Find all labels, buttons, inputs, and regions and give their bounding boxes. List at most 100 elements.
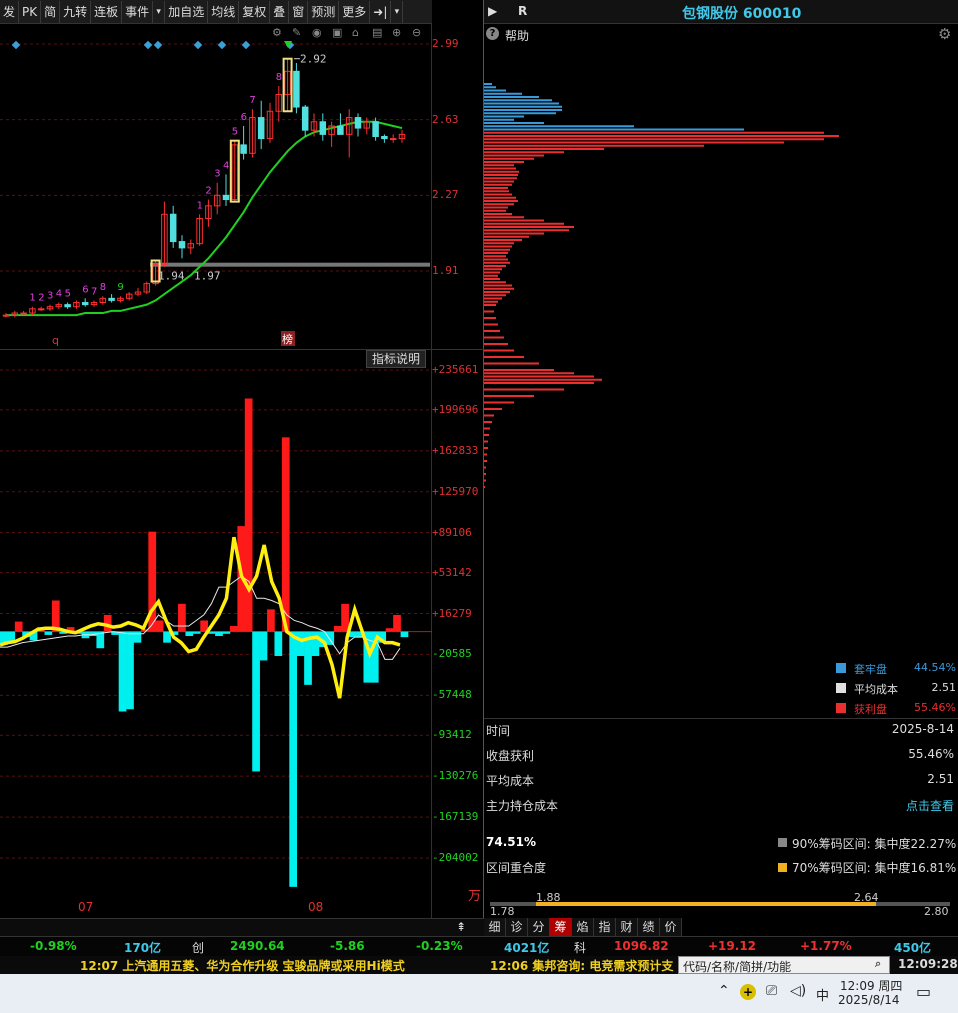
scroll-top-icon[interactable]: ⇞ <box>456 920 466 934</box>
bottom-tab-0[interactable]: 细 <box>484 918 506 936</box>
zoom-in-icon[interactable]: ⊕ <box>392 26 401 39</box>
chip-bar <box>484 336 504 339</box>
gear-icon[interactable]: ⚙ <box>938 25 951 43</box>
eye-icon[interactable]: ◉ <box>312 26 322 39</box>
search-icon[interactable]: ⌕ <box>875 957 881 971</box>
toolbar-button-5[interactable]: 事件 <box>122 0 154 23</box>
bottom-tabs: 细诊分筹焰指财绩价 <box>484 918 682 936</box>
news-item[interactable]: 12:07 上汽通用五菱、华为合作升级 宝骏品牌或采用Hi模式 <box>80 957 405 974</box>
search-input[interactable]: 代码/名称/简拼/功能 <box>683 958 791 975</box>
info-avg: 平均成本 2.51 <box>486 772 956 792</box>
chip-bar <box>484 86 496 89</box>
pen-icon[interactable]: ✎ <box>292 26 301 39</box>
toolbar-button-12[interactable]: 预测 <box>308 0 340 23</box>
indicator-bar <box>118 631 127 712</box>
toolbar-button-1[interactable]: PK <box>19 0 42 23</box>
plus-app-icon[interactable]: + <box>740 984 756 1000</box>
toolbar-button-0[interactable]: 发 <box>0 0 20 23</box>
chevron-up-icon[interactable]: ⌃ <box>718 983 730 999</box>
chip-bar <box>484 453 487 456</box>
help-label[interactable]: 帮助 <box>505 27 529 44</box>
kline-chart[interactable]: 1 2 3 4 5 6 7 8 9123456782.921.94 1.97q 榜 <box>0 24 432 349</box>
clock: 12:09:28 <box>898 957 958 971</box>
main-cost-link[interactable]: 点击查看 <box>906 797 954 814</box>
help-icon[interactable]: ? <box>486 27 499 40</box>
chip-bar <box>484 161 524 163</box>
seq-label: 8 <box>276 72 282 83</box>
print-icon[interactable]: ▤ <box>372 26 382 39</box>
bottom-tab-5[interactable]: 指 <box>594 918 616 936</box>
chip-bar <box>484 434 489 436</box>
bottom-tab-2[interactable]: 分 <box>528 918 550 936</box>
overlap-label: 区间重合度 <box>486 861 547 875</box>
chip-bar <box>484 479 486 482</box>
zoom-out-icon[interactable]: ⊖ <box>412 26 421 39</box>
chart-footer: ⇞ <box>0 918 484 936</box>
chip-bar <box>484 115 524 118</box>
indicator-bar <box>341 603 349 632</box>
toolbar-button-10[interactable]: 叠 <box>270 0 290 23</box>
unit-label: 万 <box>468 889 482 904</box>
toolbar-button-6[interactable]: ▾ <box>153 0 166 23</box>
toolbar: 发 PK 简九转 连板 事件 ▾ 加自选 均线 复权叠窗预测 更多 ➜| ▾ <box>0 0 432 24</box>
bottom-tab-8[interactable]: 价 <box>660 918 682 936</box>
candle-body <box>108 297 115 301</box>
toolbar-button-2[interactable]: 简 <box>41 0 61 23</box>
bottom-tab-6[interactable]: 财 <box>616 918 638 936</box>
toolbar-button-7[interactable]: 加自选 <box>165 0 209 23</box>
chip-bar <box>484 177 517 180</box>
chinext-change-pct: -0.23% <box>416 939 463 953</box>
chip-bar <box>484 144 704 147</box>
candle-body <box>169 213 177 243</box>
search-box[interactable]: 代码/名称/简拼/功能 ⌕ <box>678 956 890 974</box>
toolbar-button-9[interactable]: 复权 <box>239 0 271 23</box>
lock-icon[interactable]: ⌂ <box>352 26 359 39</box>
chip-bar <box>484 154 544 157</box>
chip-distribution-chart[interactable] <box>484 44 958 694</box>
indicator-chart[interactable] <box>0 350 432 918</box>
chip-bar <box>484 388 564 391</box>
network-icon[interactable]: ⎚ <box>766 983 777 999</box>
chip-bar <box>484 209 506 212</box>
chip-bar <box>484 268 502 271</box>
star-value: 1096.82 <box>614 939 669 953</box>
candle-body <box>372 121 379 137</box>
indicator-bar <box>326 631 335 645</box>
chip-bar <box>484 122 544 124</box>
bottom-tab-7[interactable]: 绩 <box>638 918 660 936</box>
bottom-tab-3[interactable]: 筹 <box>550 918 572 936</box>
chip-bar <box>484 92 522 95</box>
toolbar-button-8[interactable]: 均线 <box>208 0 240 23</box>
settings-icon[interactable]: ⚙ <box>272 26 282 39</box>
bag-icon[interactable]: ▣ <box>332 26 342 39</box>
legend-locked: 套牢盘 44.54% <box>836 661 956 677</box>
expand-arrow-icon[interactable]: ▶ <box>488 4 497 18</box>
notification-icon[interactable]: ▭ <box>916 982 931 1001</box>
indicator-bar <box>222 631 231 634</box>
bottom-tab-4[interactable]: 焰 <box>572 918 594 936</box>
chip-bar <box>484 255 506 258</box>
star-label[interactable]: 科 <box>574 939 586 956</box>
chip-bar <box>484 310 494 313</box>
toolbar-button-14[interactable]: ➜| <box>370 0 392 23</box>
chip-bar <box>484 372 574 375</box>
range70-swatch <box>778 863 787 872</box>
taskbar-time[interactable]: 12:09 周四 <box>840 977 902 994</box>
chip-bar <box>484 196 516 199</box>
toolbar-button-3[interactable]: 九转 <box>60 0 92 23</box>
toolbar-button-11[interactable]: 窗 <box>289 0 309 23</box>
r-label[interactable]: R <box>518 4 527 18</box>
chinext-label[interactable]: 创 <box>192 939 204 956</box>
indicator-bar <box>133 631 142 643</box>
ime-indicator[interactable]: 中 <box>816 985 829 1004</box>
toolbar-button-4[interactable]: 连板 <box>91 0 123 23</box>
chip-bar <box>484 232 544 235</box>
bottom-tab-1[interactable]: 诊 <box>506 918 528 936</box>
volume-icon[interactable]: ◁) <box>790 983 806 999</box>
candle-body <box>2 314 10 317</box>
signal-line-white <box>0 575 401 660</box>
taskbar-date[interactable]: 2025/8/14 <box>838 993 900 1007</box>
news-item[interactable]: 12:06 集邦咨询: 电竞需求预计支 <box>490 957 678 974</box>
toolbar-button-13[interactable]: 更多 <box>339 0 371 23</box>
toolbar-button-15[interactable]: ▾ <box>391 0 404 23</box>
